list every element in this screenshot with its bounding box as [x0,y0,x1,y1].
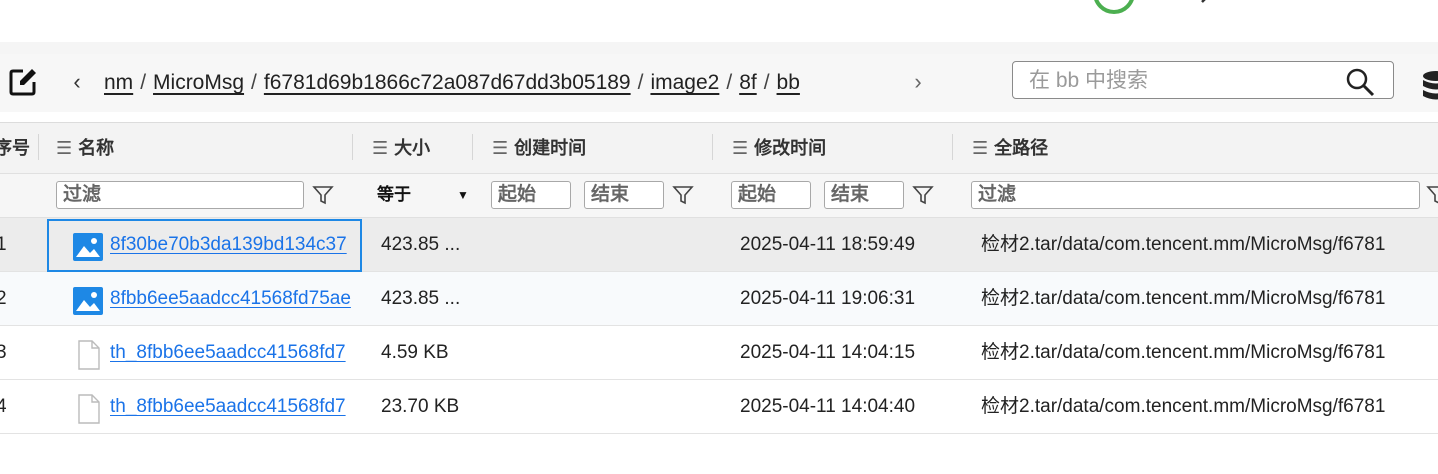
filter-funnel-icon[interactable] [312,184,334,206]
filter-funnel-icon[interactable] [912,184,934,206]
breadcrumb-item-current[interactable]: bb [777,71,800,94]
share-icon[interactable] [1186,0,1220,6]
search-icon[interactable] [1345,67,1375,97]
column-header-modified[interactable]: ☰ 修改时间 [732,122,826,174]
edit-icon[interactable] [8,67,38,97]
column-header-created[interactable]: ☰ 创建时间 [492,122,586,174]
file-name-link[interactable]: 8f30be70b3da139bd134c37 [110,218,360,272]
row-index: 2 [0,288,7,309]
modified-end-input[interactable]: 结束 [824,181,904,209]
breadcrumb-item[interactable]: MicroMsg [153,71,244,94]
full-path: 检材2.tar/data/com.tencent.mm/MicroMsg/f67… [981,234,1386,255]
full-path: 检材2.tar/data/com.tencent.mm/MicroMsg/f67… [981,288,1386,309]
breadcrumb-item[interactable]: f6781d69b1866c72a087d67dd3b05189 [264,71,631,94]
image-file-icon [73,233,103,261]
modified-start-input[interactable]: 起始 [731,181,811,209]
breadcrumb-separator: / [726,71,733,94]
top-toolbar [0,0,1438,42]
search-box [1012,61,1394,99]
modified-time: 2025-04-11 18:59:49 [740,234,916,255]
column-menu-icon[interactable]: ☰ [492,138,508,158]
back-button[interactable]: ‹ [62,66,92,98]
column-divider[interactable] [712,134,713,160]
column-divider[interactable] [472,134,473,160]
breadcrumb-separator: / [637,71,644,94]
name-filter-input[interactable]: 过滤 [56,181,304,209]
row-index: 3 [0,342,7,363]
column-header-index[interactable]: 序号 [0,122,30,174]
breadcrumb-separator: / [140,71,147,94]
breadcrumb-separator: / [763,71,770,94]
full-path: 检材2.tar/data/com.tencent.mm/MicroMsg/f67… [981,396,1386,417]
row-index: 4 [0,396,7,417]
dropdown-arrow-icon[interactable]: ▼ [457,181,469,209]
filter-funnel-icon[interactable] [672,184,694,206]
modified-time: 2025-04-11 14:04:15 [740,342,916,363]
file-size: 23.70 KB [381,396,460,417]
search-input[interactable] [1027,65,1341,97]
column-menu-icon[interactable]: ☰ [56,138,72,158]
image-file-icon [73,287,103,315]
breadcrumb-item[interactable]: image2 [650,71,719,94]
blank-file-icon [78,340,100,370]
created-start-input[interactable]: 起始 [491,181,571,209]
file-name-link[interactable]: th_8fbb6ee5aadcc41568fd7 [110,326,360,380]
modified-time: 2025-04-11 19:06:31 [740,288,916,309]
row-index: 1 [0,234,7,255]
size-operator-select[interactable]: 等于 [377,181,411,209]
column-divider[interactable] [38,134,39,160]
table-header [0,122,1438,174]
column-header-size[interactable]: ☰ 大小 [372,122,430,174]
file-size: 423.85 ... [381,288,461,309]
column-divider[interactable] [952,134,953,160]
blank-file-icon [78,394,100,424]
column-menu-icon[interactable]: ☰ [732,138,748,158]
modified-time: 2025-04-11 14:04:40 [740,396,916,417]
column-menu-icon[interactable]: ☰ [372,138,388,158]
column-header-fullpath[interactable]: ☰ 全路径 [972,122,1048,174]
file-size: 4.59 KB [381,342,449,363]
file-name-link[interactable]: 8fbb6ee5aadcc41568fd75ae [110,272,360,326]
file-name-link[interactable]: th_8fbb6ee5aadcc41568fd7 [110,380,360,434]
file-size: 423.85 ... [381,234,461,255]
breadcrumb: nm / MicroMsg / f6781d69b1866c72a087d67dd3b0… [104,68,864,98]
breadcrumb-separator: / [251,71,257,94]
column-header-name[interactable]: ☰ 名称 [56,122,114,174]
column-menu-icon[interactable]: ☰ [972,138,988,158]
divider-band [0,42,1438,54]
filter-funnel-icon[interactable] [1426,184,1438,206]
path-filter-input[interactable]: 过滤 [971,181,1420,209]
database-icon[interactable] [1420,70,1438,102]
forward-button[interactable]: › [903,66,933,98]
created-end-input[interactable]: 结束 [584,181,664,209]
breadcrumb-item[interactable]: 8f [739,71,757,94]
breadcrumb-item[interactable]: nm [104,71,133,94]
full-path: 检材2.tar/data/com.tencent.mm/MicroMsg/f67… [981,342,1386,363]
column-divider[interactable] [352,134,353,160]
